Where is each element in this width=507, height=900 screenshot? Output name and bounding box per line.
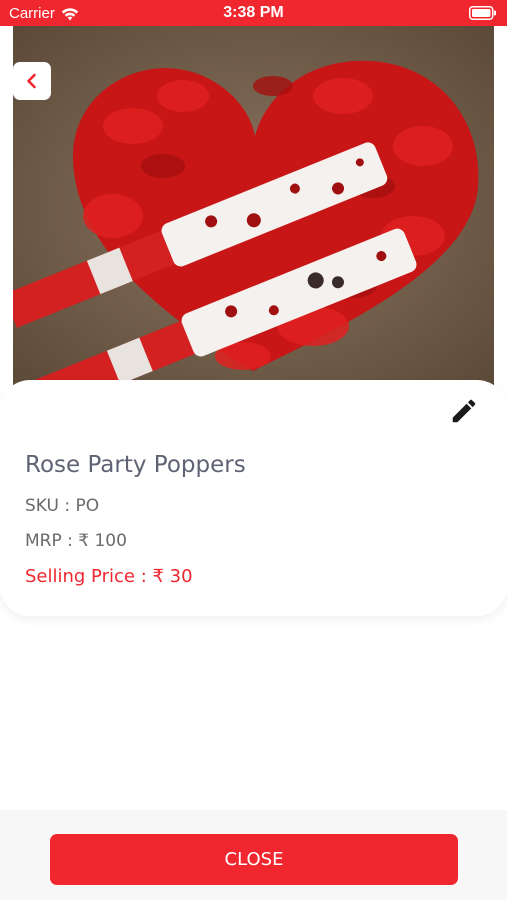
mrp-text: MRP : ₹ 100 [25,531,127,551]
edit-button[interactable] [449,396,479,426]
sku-text: SKU : PO [25,496,100,516]
product-photo [13,26,494,388]
product-detail-card: Rose Party Poppers SKU : PO MRP : ₹ 100 … [0,380,507,616]
status-bar: Carrier 3:38 PM [0,0,507,26]
status-time: 3:38 PM [223,4,284,21]
pencil-icon [452,399,476,423]
product-photo-illustration [13,26,494,388]
close-button[interactable]: CLOSE [50,834,458,885]
back-button[interactable] [13,62,51,100]
footer: CLOSE [0,810,507,900]
chevron-left-icon [27,73,36,89]
product-name: Rose Party Poppers [25,452,246,478]
battery-icon [469,6,497,25]
selling-price-text: Selling Price : ₹ 30 [25,566,193,587]
